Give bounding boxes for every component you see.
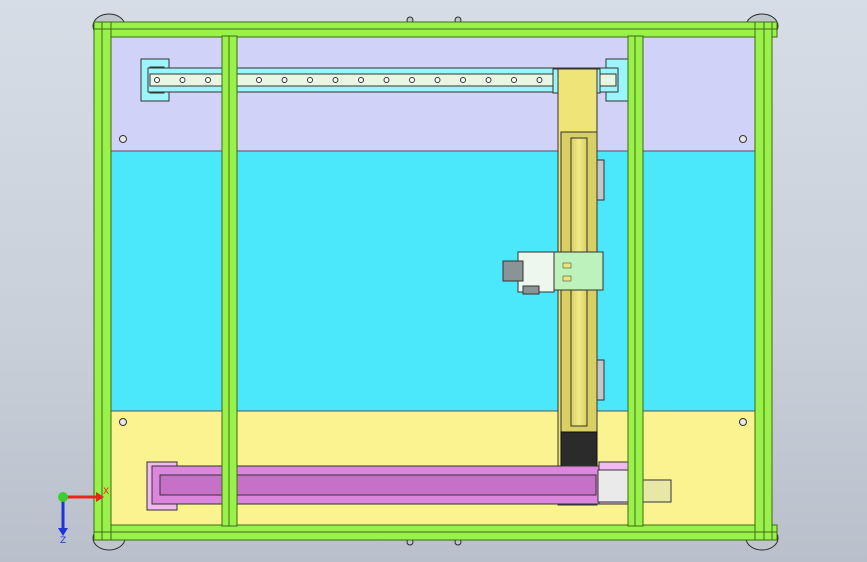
rail-hole xyxy=(332,77,339,83)
screw-top-left xyxy=(119,135,127,143)
gripper-carriage[interactable] xyxy=(502,251,604,295)
rail-hole xyxy=(179,77,186,83)
cad-viewport[interactable]: X Z xyxy=(0,0,867,562)
carriage-label-1 xyxy=(562,262,572,269)
rail-hole xyxy=(485,77,492,83)
rail-hole xyxy=(409,77,415,83)
y-axis-origin-icon xyxy=(58,492,68,502)
vertical-module-side-plate-lower xyxy=(596,359,605,401)
rail-hole xyxy=(205,77,211,83)
panel-top-lavender xyxy=(107,35,757,152)
z-axis-label: Z xyxy=(60,536,66,546)
screw-bottom-right xyxy=(739,418,747,426)
rail-hole xyxy=(307,77,313,83)
rail-hole xyxy=(460,77,466,83)
rail-hole xyxy=(358,77,364,83)
rail-hole xyxy=(256,77,262,83)
carriage-label-2 xyxy=(562,275,572,282)
gripper-jaw xyxy=(522,285,540,295)
vertical-motor xyxy=(560,431,598,467)
screw-bottom-left xyxy=(119,418,127,426)
carriage-plate xyxy=(552,251,604,291)
gripper-body xyxy=(502,260,524,282)
rail-hole xyxy=(536,77,543,83)
vertical-module-side-plate xyxy=(596,159,605,201)
z-axis-arrowhead xyxy=(58,528,68,536)
screw-top-right xyxy=(739,135,747,143)
rail-hole xyxy=(281,77,288,83)
panel-middle-cyan xyxy=(107,150,757,412)
rail-hole xyxy=(511,77,517,83)
rail-track xyxy=(149,73,617,87)
horizontal-motor xyxy=(640,479,672,503)
rail-hole xyxy=(154,77,160,83)
x-axis-label: X xyxy=(103,487,109,497)
rail-hole xyxy=(434,77,441,83)
rail-hole xyxy=(383,77,390,83)
horizontal-module-carriage xyxy=(597,469,629,503)
